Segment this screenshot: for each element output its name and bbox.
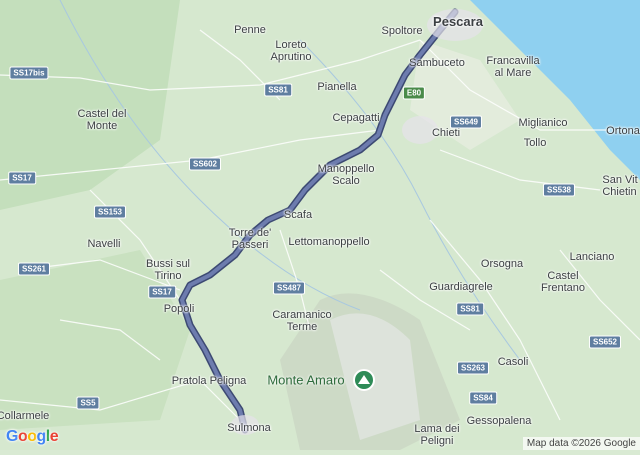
place-spoltore[interactable]: Spoltore — [382, 25, 423, 37]
road-shield-ss17: SS17 — [8, 171, 36, 185]
place-castel-del-monte[interactable]: Castel del Monte — [78, 108, 127, 132]
place-sulmona[interactable]: Sulmona — [227, 422, 270, 434]
place-cepagatti[interactable]: Cepagatti — [332, 112, 379, 124]
road-shield-ss538: SS538 — [542, 183, 576, 197]
place-bussi-sul-tirino[interactable]: Bussi sul Tirino — [146, 258, 190, 282]
place-lama-dei-peligni[interactable]: Lama dei Peligni — [414, 423, 459, 447]
place-caramanico-terme[interactable]: Caramanico Terme — [272, 309, 331, 333]
place-san-vito[interactable]: San Vit Chietin — [602, 174, 637, 198]
place-manoppello-scalo[interactable]: Manoppello Scalo — [318, 163, 375, 187]
place-lanciano[interactable]: Lanciano — [570, 251, 615, 263]
place-torre-de-passeri[interactable]: Torre de' Passeri — [229, 227, 271, 251]
place-loreto-aprutino[interactable]: Loreto Aprutino — [271, 39, 312, 63]
place-orsogna[interactable]: Orsogna — [481, 258, 523, 270]
place-ortona[interactable]: Ortona — [606, 125, 640, 137]
peak-monte-amaro-label[interactable]: Monte Amaro — [267, 373, 344, 388]
map-canvas[interactable]: Pescara Penne Loreto Aprutino Spoltore S… — [0, 0, 640, 450]
road-shield-ss652: SS652 — [588, 335, 622, 349]
place-gessopalena[interactable]: Gessopalena — [467, 415, 532, 427]
place-collarmele[interactable]: Collarmele — [0, 410, 49, 422]
road-shield-e80: E80 — [402, 86, 426, 100]
road-shield-ss84: SS84 — [469, 391, 497, 405]
road-shield-ss261: SS261 — [17, 262, 51, 276]
road-shield-ss81: SS81 — [264, 83, 292, 97]
road-shield-ss153: SS153 — [93, 205, 127, 219]
place-miglianico[interactable]: Miglianico — [519, 117, 568, 129]
road-shield-ss649: SS649 — [449, 115, 483, 129]
place-popoli[interactable]: Popoli — [164, 303, 195, 315]
place-pianella[interactable]: Pianella — [317, 81, 356, 93]
place-sambuceto[interactable]: Sambuceto — [409, 57, 465, 69]
place-pratola-peligna[interactable]: Pratola Peligna — [172, 375, 247, 387]
road-shield-ss81-south: SS81 — [456, 302, 484, 316]
mountain-icon[interactable] — [353, 369, 375, 391]
place-castel-frentano[interactable]: Castel Frentano — [541, 270, 585, 294]
place-guardiagrele[interactable]: Guardiagrele — [429, 281, 493, 293]
road-shield-ss602: SS602 — [188, 157, 222, 171]
place-chieti[interactable]: Chieti — [432, 127, 460, 139]
place-scafa[interactable]: Scafa — [284, 209, 312, 221]
place-navelli[interactable]: Navelli — [87, 238, 120, 250]
road-shield-ss17-south: SS17 — [148, 285, 176, 299]
road-shield-ss487: SS487 — [272, 281, 306, 295]
place-francavilla[interactable]: Francavilla al Mare — [486, 55, 539, 79]
place-lettomanoppello[interactable]: Lettomanoppello — [288, 236, 369, 248]
road-shield-ss5: SS5 — [76, 396, 100, 410]
map-attribution[interactable]: Map data ©2026 Google — [522, 437, 640, 450]
road-shield-ss17bis: SS17bis — [9, 66, 49, 80]
google-logo: Google — [6, 428, 59, 445]
place-casoli[interactable]: Casoli — [498, 356, 529, 368]
place-tollo[interactable]: Tollo — [524, 137, 547, 149]
road-shield-ss263: SS263 — [456, 361, 490, 375]
place-pescara[interactable]: Pescara — [433, 15, 483, 28]
place-penne[interactable]: Penne — [234, 24, 266, 36]
